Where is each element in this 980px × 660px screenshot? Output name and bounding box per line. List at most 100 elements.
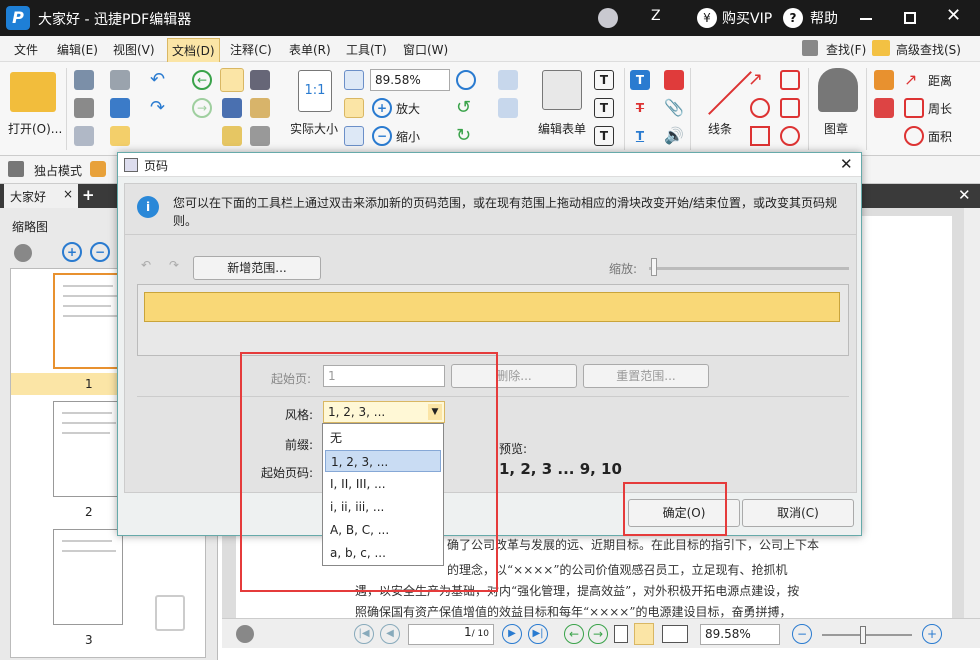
rotate-left-icon[interactable]: ↺ [456,98,476,118]
sound-icon[interactable]: 🔊 [664,126,684,146]
status-zoom-in-icon[interactable]: + [922,624,942,644]
moon-icon[interactable] [598,8,618,28]
advanced-find-button[interactable]: 高级查找(S) [896,41,961,58]
distance-label[interactable]: 距离 [928,72,952,89]
rectangle-icon[interactable] [750,126,770,146]
new-doc-icon[interactable] [110,126,130,146]
zoom-select[interactable]: 89.58% [370,69,450,91]
exclusive-mode-label[interactable]: 独占模式 [34,162,82,179]
zoom-out-label[interactable]: 缩小 [396,128,420,145]
distance-icon[interactable]: ↗ [904,70,924,90]
fit-visible-icon[interactable] [344,126,364,146]
edit-form-icon[interactable] [542,70,582,110]
export-icon[interactable] [74,126,94,146]
fit-page-icon[interactable] [344,70,364,90]
help-link[interactable]: 帮助 [810,8,838,28]
menu-view[interactable]: 视图(V) [113,41,155,58]
open-label[interactable]: 打开(O)... [8,120,62,137]
redo-range-icon[interactable]: ↷ [169,258,179,272]
hand-tool-icon[interactable] [220,68,244,92]
print-icon[interactable] [74,98,94,118]
arrow-icon[interactable]: ↗ [748,70,768,90]
last-page-icon[interactable]: ▶| [528,624,548,644]
text-box-icon[interactable]: T [594,70,614,90]
user-initial[interactable]: Z [651,8,661,24]
clipboard-icon[interactable] [250,98,270,118]
underline-icon[interactable]: T [630,126,650,146]
save-icon[interactable] [74,70,94,90]
zoom-out-icon[interactable]: − [372,126,392,146]
stamp-icon[interactable] [818,68,858,112]
help-icon[interactable]: ? [783,8,803,28]
reset-range-button[interactable]: 重置范围... [583,364,709,388]
thumb-zoom-out-icon[interactable]: − [90,242,110,262]
status-settings-icon[interactable] [236,625,254,643]
zoom-in-icon[interactable]: + [372,98,392,118]
vertical-scrollbar[interactable] [964,208,980,618]
text-field-icon[interactable]: T [594,126,614,146]
open-folder-icon[interactable] [10,72,56,112]
undo-icon[interactable]: ↶ [150,70,170,90]
find-button[interactable]: 查找(F) [826,41,866,58]
area-icon[interactable] [904,126,924,146]
yen-icon[interactable]: ¥ [697,8,717,28]
line-label[interactable]: 线条 [708,120,732,137]
snapshot-icon[interactable] [250,126,270,146]
page-range-bar[interactable] [144,292,840,322]
thumb-settings-icon[interactable] [14,244,32,262]
fit-width-icon[interactable] [344,98,364,118]
form-field-icon[interactable] [498,98,518,118]
first-page-icon[interactable]: |◀ [354,624,374,644]
settings-icon[interactable] [90,161,106,177]
single-page-icon[interactable] [614,625,628,643]
buy-vip-link[interactable]: 购买VIP [722,8,772,28]
menu-edit[interactable]: 编辑(E) [57,41,98,58]
polygon-icon[interactable] [780,70,800,90]
history-forward-icon[interactable]: → [588,624,608,644]
menu-document[interactable]: 文档(D) [167,38,220,63]
typewriter-icon[interactable]: T [630,70,650,90]
attach-icon[interactable]: 📎 [664,98,684,118]
actual-size-icon[interactable]: 1:1 [298,70,332,112]
rotate-right-icon[interactable]: ↻ [456,126,476,146]
zoom-in-label[interactable]: 放大 [396,100,420,117]
new-range-button[interactable]: 新增范围... [193,256,321,280]
eraser-icon[interactable] [874,98,894,118]
cancel-button[interactable]: 取消(C) [742,499,854,527]
pentagon-icon[interactable] [780,98,800,118]
dialog-close-icon[interactable]: ✕ [840,155,853,173]
tab-close-icon[interactable]: × [63,187,73,201]
status-zoom-out-icon[interactable]: − [792,624,812,644]
history-back-icon[interactable]: ← [564,624,584,644]
prev-page-icon[interactable]: ◀ [380,624,400,644]
minimize-icon[interactable] [860,18,872,20]
menu-tools[interactable]: 工具(T) [346,41,387,58]
scan-icon[interactable] [110,98,130,118]
zoom-slider-thumb[interactable] [860,626,866,644]
close-window-icon[interactable]: ✕ [946,5,961,26]
perimeter-label[interactable]: 周长 [928,100,952,117]
status-zoom-select[interactable]: 89.58% [700,624,780,645]
range-zoom-thumb[interactable] [651,258,657,276]
thumbnail-page-2[interactable] [53,401,123,497]
range-zoom-slider[interactable] [649,267,849,270]
menu-file[interactable]: 文件 [14,41,38,58]
perimeter-icon[interactable] [904,98,924,118]
menu-window[interactable]: 窗口(W) [403,41,448,58]
area-label[interactable]: 面积 [928,128,952,145]
pencil-icon[interactable] [874,70,894,90]
page-number-input[interactable]: 1/ 10 [408,624,494,645]
text-callout-icon[interactable]: T [594,98,614,118]
actual-size-label[interactable]: 实际大小 [290,120,338,137]
redo-icon[interactable]: ↷ [150,98,170,118]
zoom-search-icon[interactable] [456,70,476,90]
back-icon[interactable]: ← [192,70,212,90]
select-text-icon[interactable] [222,98,242,118]
thumbnail-page-1[interactable] [53,273,123,369]
maximize-icon[interactable] [904,12,916,24]
menu-form[interactable]: 表单(R) [289,41,331,58]
menu-comment[interactable]: 注释(C) [230,41,272,58]
tab-document[interactable]: 大家好 × [4,184,78,208]
camera-icon[interactable] [250,70,270,90]
form-text-icon[interactable] [498,70,518,90]
